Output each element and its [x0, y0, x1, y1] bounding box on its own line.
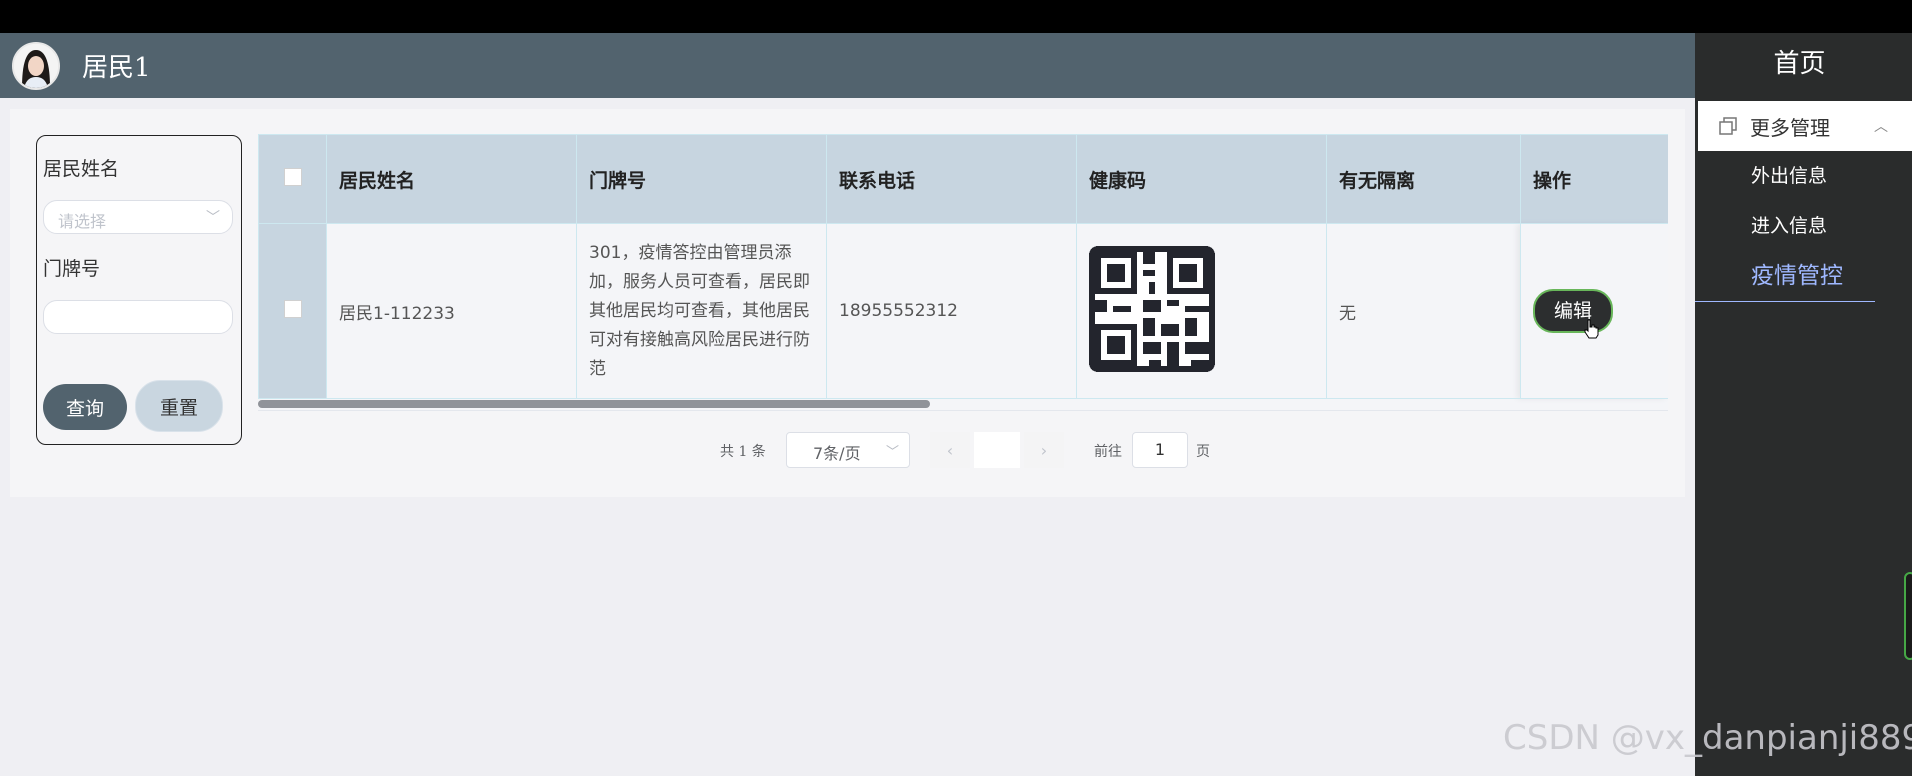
page-unit-label: 页 [1196, 444, 1210, 460]
query-button[interactable]: 查询 [43, 384, 127, 430]
row-checkbox-cell [258, 223, 327, 399]
resident-name-select[interactable]: 请选择 ﹀ [43, 200, 233, 234]
sidebar-item-entry-info[interactable]: 进入信息 [1695, 201, 1912, 251]
next-page-button[interactable]: › [1024, 432, 1064, 468]
goto-page-input[interactable]: 1 [1132, 432, 1188, 468]
edit-button[interactable]: 编辑 [1533, 289, 1613, 339]
resident-name-label: 居民姓名 [43, 158, 120, 180]
col-header-door[interactable]: 门牌号 [576, 134, 827, 224]
chevron-up-icon: ︿ [1874, 119, 1888, 135]
top-header: 居民1 [0, 33, 1695, 98]
chevron-down-icon: ﹀ [885, 445, 899, 460]
chevron-right-icon: › [1040, 440, 1048, 460]
table-bottom-divider [258, 410, 1668, 411]
door-number-label: 门牌号 [43, 258, 101, 280]
page-scrollbar-thumb[interactable] [1904, 572, 1912, 660]
cell-door: 301，疫情答控由管理员添加，服务人员可查看，居民即其他居民均可查看，其他居民可… [576, 223, 827, 399]
prev-page-button[interactable]: ‹ [930, 432, 970, 468]
sidebar-menu: 首页 更多管理 ︿ 外出信息 进入信息 疫情管控 [1695, 33, 1912, 776]
sidebar-item-home[interactable]: 首页 [1687, 33, 1912, 101]
sidebar-group-more-management[interactable]: 更多管理 ︿ [1698, 101, 1912, 151]
col-header-action: 操作 [1520, 134, 1668, 224]
reset-button[interactable]: 重置 [135, 380, 223, 432]
current-page-indicator[interactable] [974, 432, 1020, 468]
user-name: 居民1 [82, 53, 151, 83]
chevron-down-icon: ﹀ [206, 210, 220, 226]
hand-cursor-icon [1583, 313, 1599, 353]
pagination-total: 共 1 条 [720, 444, 766, 460]
row-checkbox[interactable] [283, 299, 302, 318]
cell-isolation: 无 [1326, 223, 1521, 399]
top-black-strip [0, 0, 1912, 33]
col-header-name[interactable]: 居民姓名 [326, 134, 577, 224]
data-table: 居民姓名 门牌号 联系电话 健康码 有无隔离 操作 居民1-112233 301… [258, 134, 1668, 410]
cell-health-code [1076, 223, 1327, 399]
sidebar-item-epidemic-control[interactable]: 疫情管控 [1695, 251, 1875, 302]
col-header-health-code[interactable]: 健康码 [1076, 134, 1327, 224]
table-row: 居民1-112233 301，疫情答控由管理员添加，服务人员可查看，居民即其他居… [258, 223, 1668, 399]
col-header-phone[interactable]: 联系电话 [826, 134, 1077, 224]
header-checkbox-cell [258, 134, 327, 224]
copy-icon [1718, 116, 1738, 136]
select-placeholder: 请选择 [58, 212, 107, 231]
table-horizontal-scrollbar[interactable] [258, 400, 930, 408]
cell-phone: 18955552312 [826, 223, 1077, 399]
sidebar-item-outgoing-info[interactable]: 外出信息 [1695, 151, 1912, 201]
table-header-row: 居民姓名 门牌号 联系电话 健康码 有无隔离 操作 [258, 134, 1668, 224]
chevron-left-icon: ‹ [946, 440, 954, 460]
page-size-select[interactable]: 7条/页 ﹀ [786, 432, 910, 468]
filter-panel: 居民姓名 请选择 ﹀ 门牌号 查询 重置 [36, 135, 242, 445]
user-avatar[interactable] [12, 41, 60, 90]
qr-code-icon[interactable] [1089, 245, 1215, 377]
cell-name: 居民1-112233 [326, 223, 577, 399]
sidebar-group-label: 更多管理 [1750, 115, 1830, 140]
door-number-input[interactable] [43, 300, 233, 334]
page-size-value: 7条/页 [813, 444, 861, 463]
watermark-text: CSDN @vx_danpianji889 [1503, 718, 1912, 758]
col-header-isolation[interactable]: 有无隔离 [1326, 134, 1521, 224]
select-all-checkbox[interactable] [283, 167, 302, 186]
cell-action: 编辑 [1520, 223, 1668, 399]
goto-label: 前往 [1094, 444, 1122, 460]
